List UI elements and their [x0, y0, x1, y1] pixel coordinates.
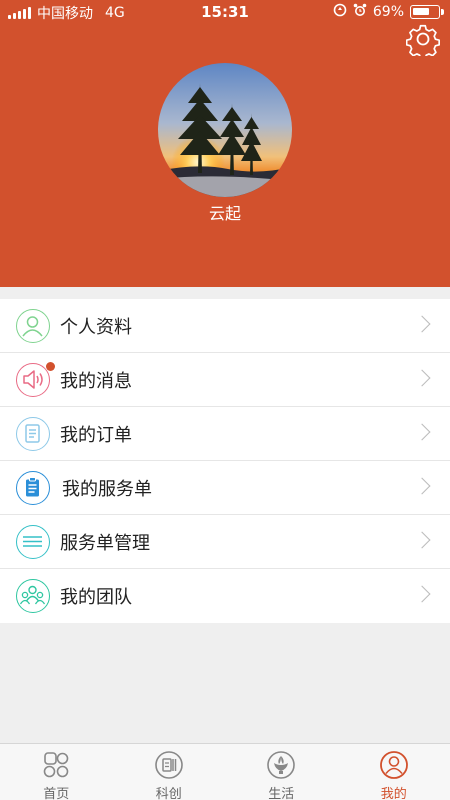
clipboard-icon — [16, 471, 50, 505]
menu-item-label: 个人资料 — [60, 317, 132, 338]
menu-item-label: 服务单管理 — [60, 533, 150, 554]
tab-bar: 首页 科创 生活 我的 — [0, 743, 450, 800]
chevron-right-icon — [413, 477, 431, 495]
tab-label: 生活 — [268, 787, 295, 800]
tab-label: 科创 — [155, 787, 182, 800]
home-icon — [41, 750, 71, 780]
battery-percent: 69% — [372, 4, 404, 20]
life-icon — [266, 750, 296, 780]
chevron-right-icon — [413, 369, 431, 387]
list-icon — [16, 525, 50, 559]
menu-item-profile[interactable]: 个人资料 — [0, 299, 450, 353]
tab-home[interactable]: 首页 — [0, 744, 113, 800]
tab-life[interactable]: 生活 — [225, 744, 338, 800]
settings-gear-icon[interactable] — [405, 22, 441, 60]
person-icon — [16, 309, 50, 343]
unread-badge — [46, 362, 55, 371]
document-icon — [16, 417, 50, 451]
team-icon — [16, 579, 50, 613]
alarm-icon — [353, 3, 367, 21]
status-bar: 中国移动 4G 15:31 69% — [0, 0, 450, 24]
menu-item-orders[interactable]: 我的订单 — [0, 407, 450, 461]
avatar-landscape-image — [158, 63, 292, 197]
chevron-right-icon — [413, 585, 431, 603]
menu-item-label: 我的服务单 — [62, 479, 152, 500]
innovation-icon — [154, 750, 184, 780]
speaker-icon — [16, 363, 50, 397]
menu-item-team[interactable]: 我的团队 — [0, 569, 450, 623]
avatar[interactable] — [158, 63, 292, 197]
chevron-right-icon — [413, 423, 431, 441]
battery-icon — [410, 5, 444, 19]
menu-item-service-orders[interactable]: 我的服务单 — [0, 461, 450, 515]
tab-innovation[interactable]: 科创 — [113, 744, 226, 800]
profile-header: 中国移动 4G 15:31 69% 云起 — [0, 0, 450, 287]
menu-item-messages[interactable]: 我的消息 — [0, 353, 450, 407]
tab-label: 我的 — [380, 787, 407, 800]
tab-profile[interactable]: 我的 — [338, 744, 450, 800]
menu-item-label: 我的消息 — [60, 371, 132, 392]
username: 云起 — [208, 204, 241, 223]
menu-item-label: 我的团队 — [60, 587, 132, 608]
chevron-right-icon — [413, 315, 431, 333]
menu-item-service-management[interactable]: 服务单管理 — [0, 515, 450, 569]
menu-item-label: 我的订单 — [60, 425, 132, 446]
profile-menu: 个人资料 我的消息 我的订单 我的服务单 服务单管理 我的团队 — [0, 299, 450, 623]
tab-label: 首页 — [43, 787, 70, 800]
location-lock-icon — [333, 3, 347, 21]
profile-icon — [379, 750, 409, 780]
chevron-right-icon — [413, 531, 431, 549]
